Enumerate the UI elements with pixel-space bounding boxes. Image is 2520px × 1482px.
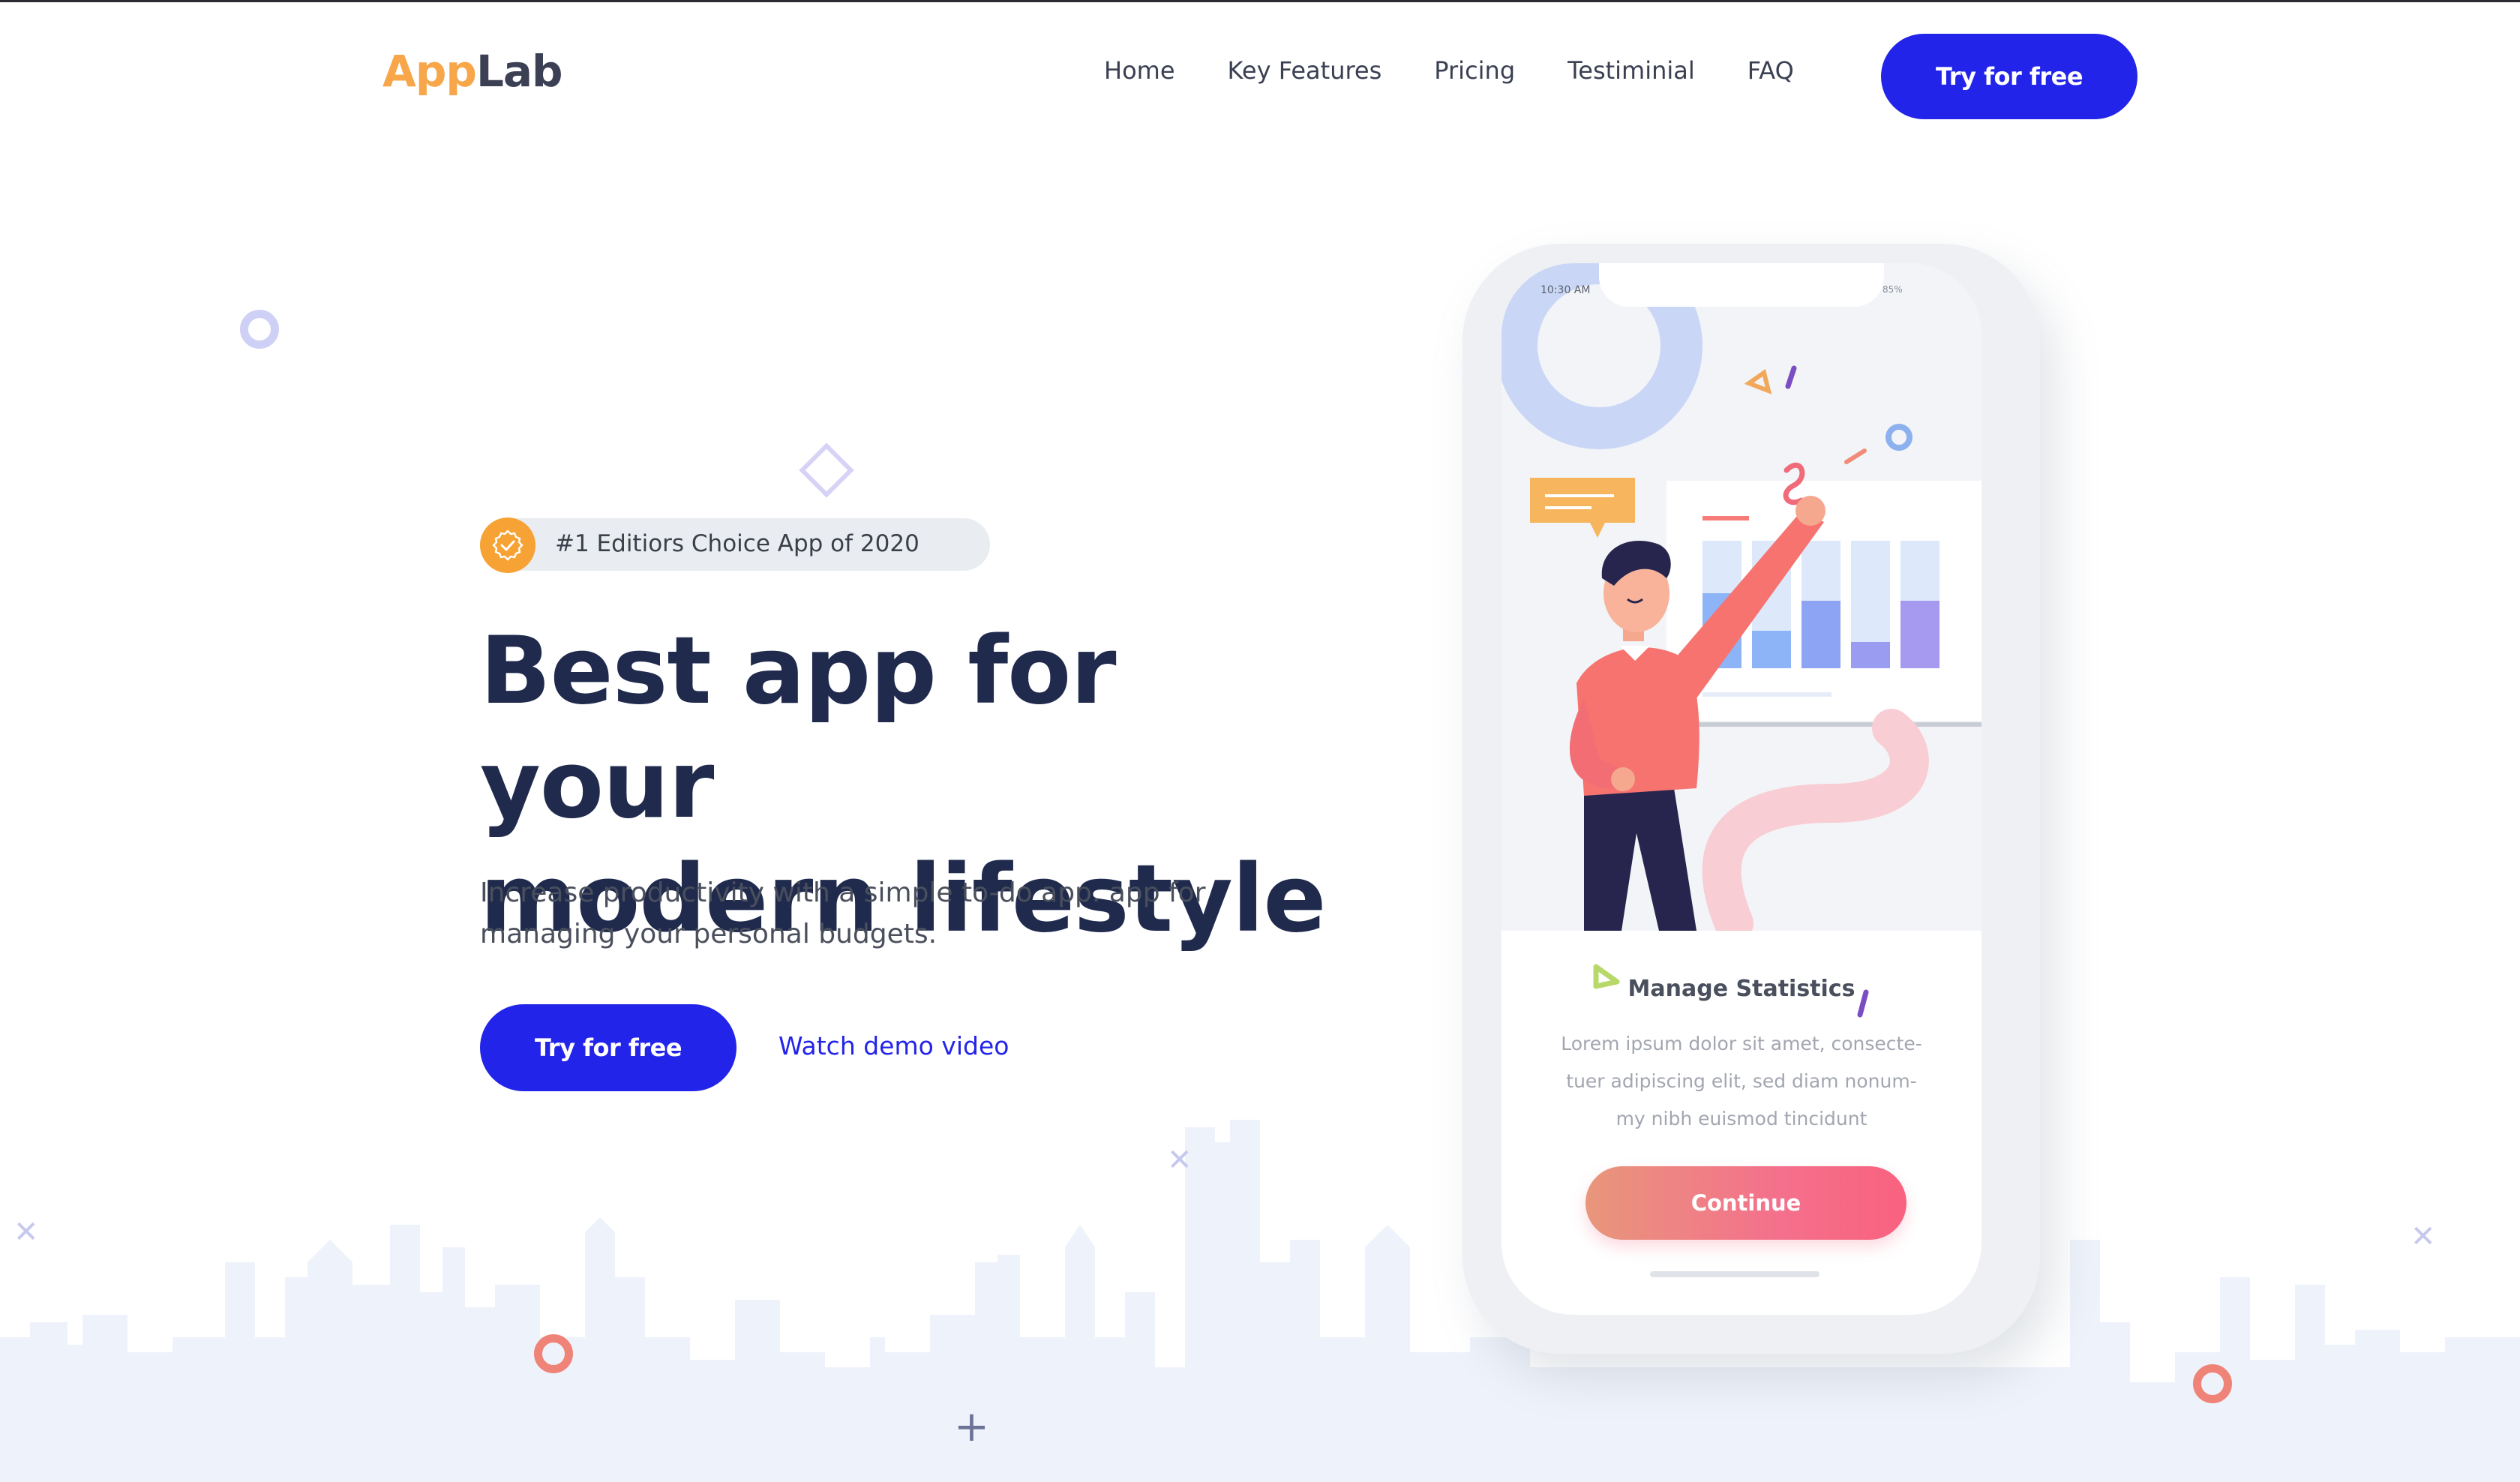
presenter-illustration [1502, 263, 1982, 943]
hero-try-free-button[interactable]: Try for free [480, 1004, 736, 1091]
nav-item-faq[interactable]: FAQ [1748, 56, 1794, 85]
main-nav: Home Key Features Pricing Testiminial FA… [1104, 56, 1794, 85]
city-skyline-illustration [0, 1120, 2520, 1482]
subtext-line-1: Increase productivity with a simple to-d… [480, 878, 1206, 908]
decorative-x-icon: ✕ [14, 1215, 39, 1250]
status-battery: 85% [1882, 284, 1903, 295]
decorative-ring-purple [240, 310, 279, 349]
logo-part-lab: Lab [476, 46, 563, 97]
logo-part-app: App [382, 46, 477, 97]
decorative-ring-coral [2193, 1364, 2232, 1403]
decorative-ring-coral [534, 1334, 573, 1373]
hero-subtext: Increase productivity with a simple to-d… [480, 872, 1275, 955]
phone-notch [1599, 263, 1884, 307]
decorative-x-icon: ✕ [2410, 1220, 2436, 1254]
card-body: Lorem ipsum dolor sit amet, consecte- tu… [1532, 1025, 1952, 1138]
card-body-line-2: tuer adipiscing elit, sed diam nonum- [1566, 1070, 1917, 1092]
verified-check-icon [480, 518, 536, 573]
subtext-line-2: managing your personal budgets. [480, 919, 938, 950]
nav-item-testimonial[interactable]: Testiminial [1568, 56, 1695, 85]
status-time: 10:30 AM [1540, 284, 1591, 296]
nav-item-pricing[interactable]: Pricing [1434, 56, 1515, 85]
header-try-free-button[interactable]: Try for free [1881, 34, 2138, 119]
decorative-x-icon: ✕ [1167, 1143, 1192, 1178]
home-indicator [1650, 1271, 1820, 1277]
phone-screen: 10:30 AM 85% Manage Statistics Lorem ips… [1502, 263, 1982, 1315]
nav-item-key-features[interactable]: Key Features [1228, 56, 1382, 85]
continue-button[interactable]: Continue [1586, 1166, 1906, 1240]
decorative-plus-icon: + [954, 1402, 989, 1451]
badge-label: #1 Editiors Choice App of 2020 [555, 530, 920, 557]
card-body-line-3: my nibh euismod tincidunt [1616, 1108, 1868, 1130]
applab-logo[interactable]: AppLab [382, 46, 563, 97]
card-title: Manage Statistics [1628, 976, 1856, 1002]
card-body-line-1: Lorem ipsum dolor sit amet, consecte- [1561, 1033, 1922, 1054]
decorative-diamond [799, 442, 854, 498]
headline-line-1: Best app for your [480, 617, 1117, 839]
watch-demo-link[interactable]: Watch demo video [778, 1031, 1009, 1060]
nav-item-home[interactable]: Home [1104, 56, 1175, 85]
